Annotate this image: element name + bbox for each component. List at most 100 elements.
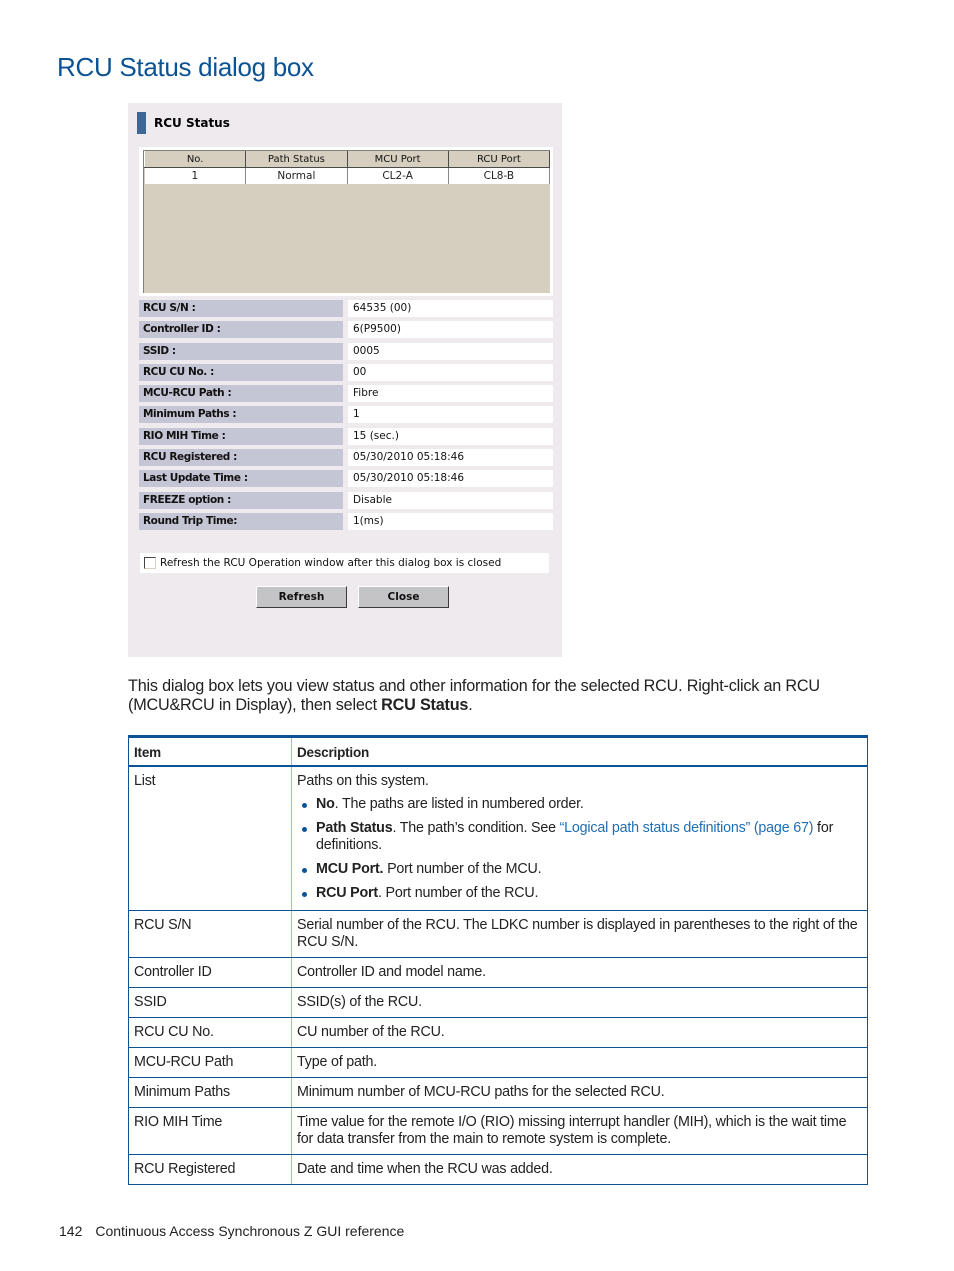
header-description: Description: [291, 735, 868, 767]
table-row[interactable]: 1 Normal CL2-A CL8-B: [144, 167, 551, 184]
header-accent-bar: [137, 112, 146, 134]
property-label: MCU-RCU Path :: [139, 385, 343, 403]
rcu-status-dialog: RCU Status No. Path Status MCU Port RCU …: [128, 103, 562, 657]
property-label: RCU S/N :: [139, 300, 343, 317]
page-footer: 142 Continuous Access Synchronous Z GUI r…: [59, 1223, 404, 1239]
item-cell: RCU CU No.: [128, 1017, 292, 1048]
property-rcu-sn: RCU S/N : 64535 (00): [139, 300, 555, 317]
intro-bold-term: RCU Status: [381, 696, 469, 714]
page-number: 142: [59, 1223, 83, 1239]
property-freeze-option: FREEZE option : Disable: [139, 491, 555, 509]
table-row: List Paths on this system. No. The paths…: [128, 766, 868, 911]
bullet-text: Port number of the MCU.: [383, 861, 542, 877]
table-row: RCU Registered Date and time when the RCU…: [128, 1154, 868, 1185]
bullet-text: . The path’s condition. See: [392, 820, 560, 836]
property-rcu-cu-no: RCU CU No. : 00: [139, 363, 555, 381]
path-status-definitions-link[interactable]: “Logical path status definitions” (page …: [560, 820, 814, 836]
bullet-item: MCU Port. Port number of the MCU.: [302, 861, 862, 878]
description-cell: Time value for the remote I/O (RIO) miss…: [291, 1107, 868, 1155]
property-rio-mih-time: RIO MIH Time : 15 (sec.): [139, 427, 555, 445]
bullet-item: No. The paths are listed in numbered ord…: [302, 796, 862, 813]
item-cell: RCU Registered: [128, 1154, 292, 1185]
property-value: 1: [348, 406, 553, 424]
intro-paragraph: This dialog box lets you view status and…: [128, 677, 878, 715]
property-rcu-registered: RCU Registered : 05/30/2010 05:18:46: [139, 449, 555, 467]
property-value: 15 (sec.): [348, 427, 553, 445]
bullet-term: Path Status: [316, 820, 393, 836]
refresh-window-checkbox-label: Refresh the RCU Operation window after t…: [160, 557, 502, 569]
property-value: Fibre: [348, 385, 553, 403]
item-cell: RIO MIH Time: [128, 1107, 292, 1155]
table-row: RCU CU No. CU number of the RCU.: [128, 1017, 868, 1048]
property-label: Round Trip Time:: [139, 512, 343, 530]
item-cell: SSID: [128, 987, 292, 1018]
property-value: 6(P9500): [348, 321, 553, 339]
property-value: 1(ms): [348, 512, 553, 530]
property-label: Minimum Paths :: [139, 406, 343, 424]
footer-title: Continuous Access Synchronous Z GUI refe…: [95, 1223, 405, 1239]
page-title: RCU Status dialog box: [57, 52, 314, 82]
description-cell: Type of path.: [291, 1047, 868, 1078]
description-table: Item Description List Paths on this syst…: [128, 735, 868, 1185]
intro-text: This dialog box lets you view status and…: [128, 677, 820, 714]
property-label: RCU Registered :: [139, 449, 343, 467]
paths-table-header: No. Path Status MCU Port RCU Port: [143, 151, 551, 168]
column-header-path-status[interactable]: Path Status: [245, 151, 348, 168]
property-label: Controller ID :: [139, 321, 343, 339]
description-cell: Minimum number of MCU-RCU paths for the …: [291, 1077, 868, 1108]
property-ssid: SSID : 0005: [139, 342, 555, 360]
item-cell: Controller ID: [128, 957, 292, 988]
table-row: RCU S/N Serial number of the RCU. The LDK…: [128, 910, 868, 958]
description-cell: Paths on this system. No. The paths are …: [291, 766, 868, 911]
property-value: 64535 (00): [348, 300, 553, 317]
cell-mcu-port: CL2-A: [347, 167, 449, 184]
refresh-window-checkbox-row[interactable]: Refresh the RCU Operation window after t…: [140, 553, 549, 573]
property-minimum-paths: Minimum Paths : 1: [139, 406, 555, 424]
table-row: Controller ID Controller ID and model nam…: [128, 957, 868, 988]
properties-list: RCU S/N : 64535 (00) Controller ID : 6(P95…: [139, 300, 555, 534]
bullet-term: No: [316, 796, 335, 812]
property-label: Last Update Time :: [139, 470, 343, 488]
description-cell: CU number of the RCU.: [291, 1017, 868, 1048]
column-header-rcu-port[interactable]: RCU Port: [447, 151, 551, 168]
paths-table: No. Path Status MCU Port RCU Port 1 Norm…: [143, 150, 551, 293]
dialog-title: RCU Status: [154, 116, 230, 130]
property-last-update-time: Last Update Time : 05/30/2010 05:18:46: [139, 470, 555, 488]
close-button[interactable]: Close: [358, 586, 449, 608]
property-value: 0005: [348, 342, 553, 360]
header-item: Item: [128, 735, 292, 767]
bullet-list: No. The paths are listed in numbered ord…: [297, 796, 862, 902]
item-cell: RCU S/N: [128, 910, 292, 958]
description-intro: Paths on this system.: [297, 773, 429, 789]
property-label: RCU CU No. :: [139, 363, 343, 381]
property-value: 05/30/2010 05:18:46: [348, 449, 553, 467]
table-row: Minimum Paths Minimum number of MCU-RCU p…: [128, 1077, 868, 1108]
bullet-term: RCU Port: [316, 885, 378, 901]
description-cell: Serial number of the RCU. The LDKC numbe…: [291, 910, 868, 958]
column-header-no[interactable]: No.: [143, 151, 247, 168]
property-label: RIO MIH Time :: [139, 427, 343, 445]
item-cell: Minimum Paths: [128, 1077, 292, 1108]
description-table-header: Item Description: [128, 735, 868, 767]
refresh-window-checkbox[interactable]: [144, 557, 156, 569]
description-cell: Date and time when the RCU was added.: [291, 1154, 868, 1185]
property-mcu-rcu-path: MCU-RCU Path : Fibre: [139, 385, 555, 403]
cell-rcu-port: CL8-B: [448, 167, 551, 184]
intro-end: .: [468, 696, 473, 714]
column-header-mcu-port[interactable]: MCU Port: [346, 151, 449, 168]
bullet-item: Path Status. The path’s condition. See “…: [302, 820, 862, 854]
item-cell: List: [128, 766, 292, 911]
table-row: RIO MIH Time Time value for the remote I/…: [128, 1107, 868, 1155]
refresh-button[interactable]: Refresh: [256, 586, 347, 608]
property-value: 05/30/2010 05:18:46: [348, 470, 553, 488]
bullet-text: . The paths are listed in numbered order…: [334, 796, 584, 812]
item-cell: MCU-RCU Path: [128, 1047, 292, 1078]
description-cell: SSID(s) of the RCU.: [291, 987, 868, 1018]
property-label: SSID :: [139, 342, 343, 360]
bullet-term: MCU Port.: [316, 861, 384, 877]
table-row: SSID SSID(s) of the RCU.: [128, 987, 868, 1018]
description-cell: Controller ID and model name.: [291, 957, 868, 988]
paths-table-container: No. Path Status MCU Port RCU Port 1 Norm…: [139, 147, 553, 296]
table-row: MCU-RCU Path Type of path.: [128, 1047, 868, 1078]
bullet-item: RCU Port. Port number of the RCU.: [302, 885, 862, 902]
